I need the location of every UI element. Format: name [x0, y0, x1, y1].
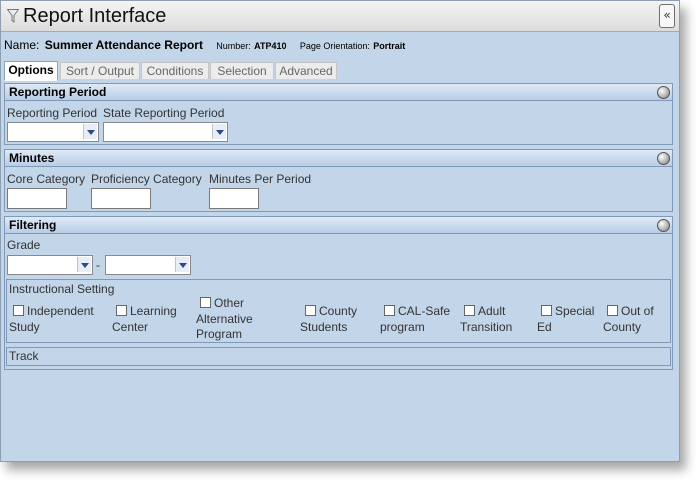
minutes-title: Minutes [9, 151, 55, 165]
learning-center-checkbox[interactable]: Learning [116, 304, 177, 319]
page-orientation: Portrait [373, 41, 406, 51]
tab-advanced[interactable]: Advanced [275, 62, 337, 79]
special-ed-label: Ed [537, 320, 552, 334]
section-toggle-icon[interactable] [657, 219, 670, 232]
reporting-period-select[interactable] [7, 122, 99, 142]
reporting-period-label: Reporting Period [7, 106, 98, 120]
minutes-header[interactable]: Minutes [5, 150, 672, 167]
other-alternative-program-label: Program [196, 327, 243, 341]
track-label: Track [9, 349, 39, 363]
state-reporting-period-select[interactable] [103, 122, 228, 142]
report-meta: Name: Summer Attendance Report Number: A… [4, 38, 405, 52]
collapse-panel-button[interactable]: « [659, 4, 675, 28]
minutes-section: Minutes Core Category Proficiency Catego… [4, 149, 673, 212]
state-reporting-period-label: State Reporting Period [103, 106, 225, 120]
filter-funnel-icon [6, 9, 20, 28]
name-label: Name: [4, 38, 40, 52]
track-group[interactable]: Track [6, 347, 671, 366]
proficiency-category-label: Proficiency Category [91, 172, 202, 186]
tab-options[interactable]: Options [4, 61, 58, 81]
report-interface-window: Report Interface « Name: Summer Attendan… [0, 0, 680, 462]
chevron-down-icon [83, 124, 97, 139]
checkbox-icon[interactable] [116, 305, 127, 316]
orientation-label: Page Orientation: [299, 41, 370, 51]
adult-transition-label: Transition [460, 320, 513, 334]
filtering-title: Filtering [9, 218, 57, 232]
county-students-label: Students [300, 320, 348, 334]
cal-safe-program-checkbox[interactable]: CAL-Safe [384, 304, 450, 319]
county-students-checkbox[interactable]: County [305, 304, 357, 319]
minutes-per-period-label: Minutes Per Period [209, 172, 312, 186]
grade-range-separator: - [96, 258, 100, 272]
core-category-input[interactable] [7, 188, 67, 209]
tab-sort-output[interactable]: Sort / Output [60, 62, 140, 79]
grade-to-select[interactable] [105, 255, 191, 275]
grade-label: Grade [7, 238, 41, 252]
report-number: ATP410 [254, 41, 287, 51]
checkbox-icon[interactable] [384, 305, 395, 316]
reporting-period-section: Reporting Period Reporting Period State … [4, 83, 673, 145]
checkbox-icon[interactable] [464, 305, 475, 316]
proficiency-category-input[interactable] [91, 188, 151, 209]
window-title: Report Interface [23, 5, 167, 27]
filtering-header[interactable]: Filtering [5, 217, 672, 234]
out-of-county-label: County [603, 320, 642, 334]
special-ed-checkbox[interactable]: Special [541, 304, 594, 319]
other-alternative-label: Alternative [196, 312, 253, 326]
section-toggle-icon[interactable] [657, 86, 670, 99]
chevron-down-icon [175, 257, 189, 272]
grade-from-select[interactable] [7, 255, 93, 275]
instructional-setting-label: Instructional Setting [9, 282, 115, 296]
minutes-per-period-input[interactable] [209, 188, 259, 209]
other-alternative-program-checkbox[interactable]: Other [200, 296, 244, 311]
core-category-label: Core Category [7, 172, 86, 186]
independent-study-checkbox[interactable]: Independent [13, 304, 94, 319]
checkbox-icon[interactable] [607, 305, 618, 316]
adult-transition-checkbox[interactable]: Adult [464, 304, 505, 319]
checkbox-icon[interactable] [13, 305, 24, 316]
checkbox-icon[interactable] [305, 305, 316, 316]
cal-safe-program-label: program [380, 320, 425, 334]
filtering-section: Filtering Grade - Instructional Setting … [4, 216, 673, 370]
independent-study-label: Study [9, 320, 40, 334]
section-toggle-icon[interactable] [657, 152, 670, 165]
out-of-county-checkbox[interactable]: Out of [607, 304, 654, 319]
instructional-setting-group: Instructional Setting Independent Study … [6, 279, 671, 343]
title-bar: Report Interface « [1, 1, 679, 32]
chevron-down-icon [77, 257, 91, 272]
checkbox-icon[interactable] [200, 297, 211, 308]
reporting-period-title: Reporting Period [9, 85, 107, 99]
report-name: Summer Attendance Report [44, 38, 203, 52]
learning-center-label: Center [112, 320, 149, 334]
reporting-period-header[interactable]: Reporting Period [5, 84, 672, 101]
chevron-down-icon [212, 124, 226, 139]
number-label: Number: [216, 41, 251, 51]
tab-conditions[interactable]: Conditions [141, 62, 209, 79]
tab-selection[interactable]: Selection [210, 62, 274, 79]
checkbox-icon[interactable] [541, 305, 552, 316]
